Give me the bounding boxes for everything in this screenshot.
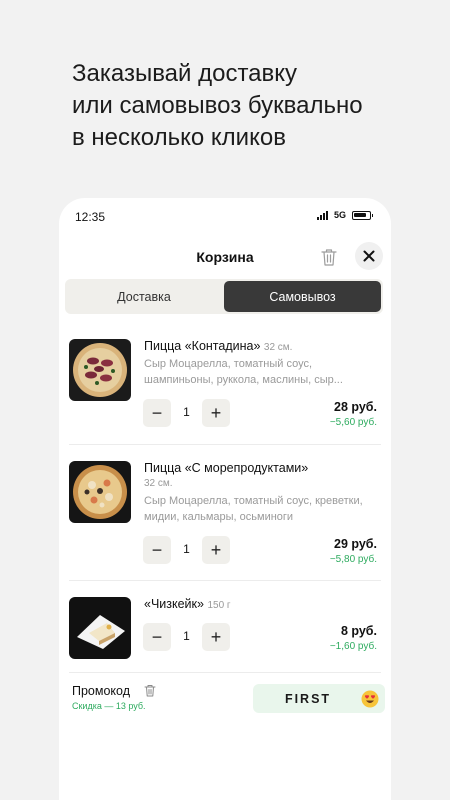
headline-line-2: или самовывоз буквально <box>72 92 363 119</box>
quantity-value: 1 <box>183 629 190 643</box>
item-title: Пицца «Контадина» 32 см. <box>144 338 374 356</box>
product-image-cheesecake <box>69 597 131 659</box>
signal-icon <box>316 210 328 220</box>
item-name: «Чизкейк» <box>144 597 204 611</box>
status-icons: 5G <box>316 210 373 220</box>
promo-label: Промокод <box>72 684 131 698</box>
item-price: 29 руб. <box>334 537 377 551</box>
promo-headline: Заказывай доставку или самовывоз букваль… <box>72 58 432 154</box>
quantity-value: 1 <box>183 542 190 556</box>
promo-discount-note: Скидка — 13 руб. <box>72 701 146 711</box>
increase-quantity-button[interactable]: + <box>202 623 230 651</box>
item-price: 28 руб. <box>334 400 377 414</box>
item-size: 32 см. <box>263 342 293 353</box>
divider <box>69 580 381 581</box>
item-discount: −5,80 руб. <box>329 554 377 565</box>
status-time: 12:35 <box>75 210 106 224</box>
quantity-stepper: − 1 + <box>143 399 231 427</box>
tab-delivery[interactable]: Доставка <box>67 281 221 312</box>
item-discount: −1,60 руб. <box>329 641 377 652</box>
increase-quantity-button[interactable]: + <box>202 536 230 564</box>
item-title: Пицца «С морепродуктами» <box>144 460 374 476</box>
quantity-value: 1 <box>183 405 190 419</box>
close-button[interactable] <box>355 242 383 270</box>
increase-quantity-button[interactable]: + <box>202 399 230 427</box>
item-description: Сыр Моцарелла, томатный соус, шампиньоны… <box>144 358 343 386</box>
promo-code-field[interactable]: FIRST <box>253 684 385 713</box>
delivery-mode-switch: Доставка Самовывоз <box>65 279 383 314</box>
quantity-stepper: − 1 + <box>143 536 231 564</box>
trash-icon <box>144 685 156 697</box>
product-image-pizza-contadina <box>69 339 131 401</box>
close-icon <box>363 250 375 262</box>
decrease-quantity-button[interactable]: − <box>143 399 171 427</box>
item-title: «Чизкейк» 150 г <box>144 596 374 614</box>
item-size: 32 см. <box>144 478 173 489</box>
promo-code-value: FIRST <box>284 692 332 706</box>
headline-line-1: Заказывай доставку <box>72 60 298 87</box>
item-name: Пицца «Контадина» <box>144 339 261 353</box>
status-bar: 12:35 5G <box>59 198 391 234</box>
page-title: Корзина <box>196 249 254 265</box>
headline-line-3: в несколько кликов <box>72 124 286 151</box>
item-price: 8 руб. <box>340 624 377 638</box>
item-size: 150 г <box>207 600 231 611</box>
item-description: Сыр Моцарелла, томатный соус, креветки, … <box>144 495 363 523</box>
battery-icon <box>352 210 373 220</box>
product-image-pizza-seafood <box>69 461 131 523</box>
quantity-stepper: − 1 + <box>143 623 231 651</box>
clear-cart-button[interactable] <box>321 248 337 266</box>
decrease-quantity-button[interactable]: − <box>143 623 171 651</box>
divider <box>69 672 381 673</box>
network-type: 5G <box>333 210 346 220</box>
remove-promo-button[interactable] <box>144 684 156 697</box>
divider <box>69 444 381 445</box>
decrease-quantity-button[interactable]: − <box>143 536 171 564</box>
item-name: Пицца «С морепродуктами» <box>144 461 309 475</box>
tab-pickup[interactable]: Самовывоз <box>224 281 381 312</box>
phone-screen: 12:35 5G Корзина Доставка Самовывоз Пицц… <box>59 198 391 800</box>
item-discount: −5,60 руб. <box>329 417 377 428</box>
trash-icon <box>321 249 337 266</box>
heart-eyes-emoji-icon <box>361 690 379 708</box>
